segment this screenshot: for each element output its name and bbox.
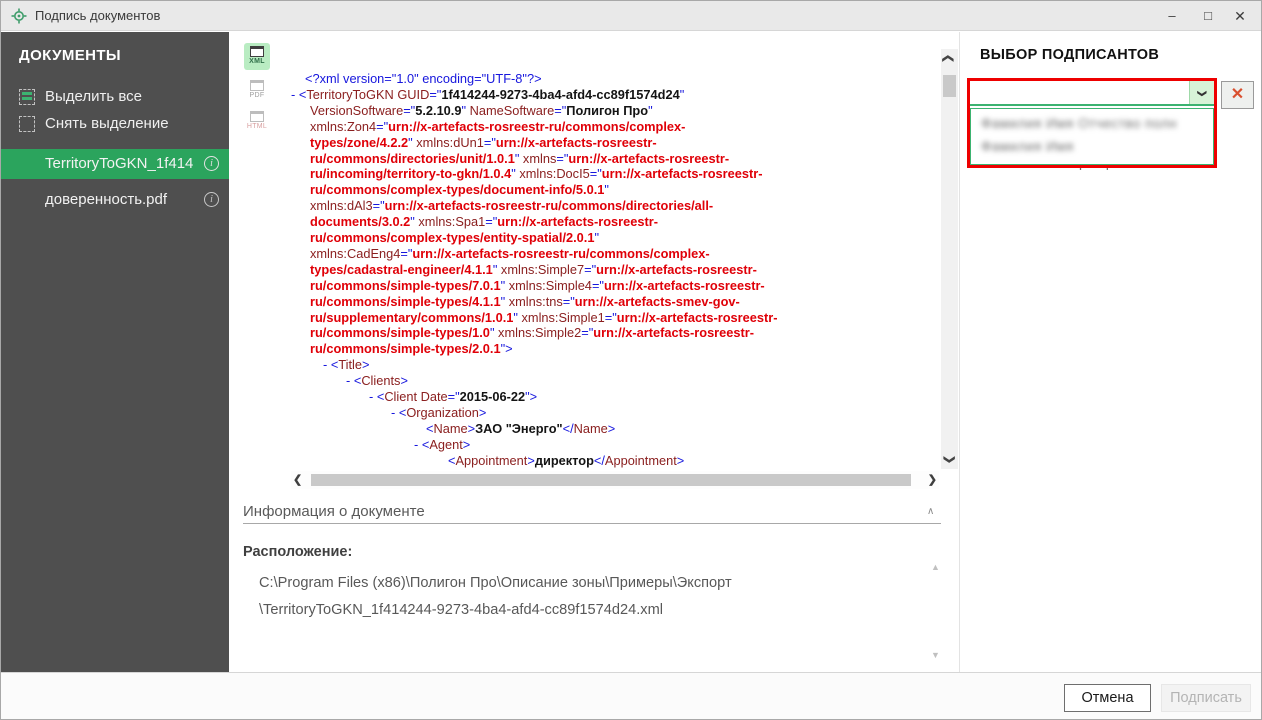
minimize-button[interactable]: – [1155, 1, 1189, 31]
xml-line: xmlns:dAl3="urn://x-artefacts-rosreestr-… [310, 198, 714, 214]
xml-line: xmlns:CadEng4="urn://x-artefacts-rosrees… [310, 245, 710, 261]
cancel-button[interactable]: Отмена [1064, 684, 1151, 712]
dropdown-item[interactable]: Фамилия Имя Отчество полн [981, 116, 1177, 133]
deselect-all-button[interactable]: Снять выделение [1, 112, 229, 138]
collapse-chevron-icon[interactable]: ∧ [927, 506, 934, 517]
signer-combobox[interactable]: ❯ [970, 81, 1214, 106]
dropdown-item[interactable]: Фамилия Имя [981, 139, 1074, 156]
signers-panel: ВЫБОР ПОДПИСАНТОВ +Установить сертификат… [960, 32, 1261, 672]
remove-signer-button[interactable]: ✕ [1221, 81, 1254, 109]
signer-dropdown-list: Фамилия Имя Отчество полн Фамилия Имя [970, 108, 1214, 165]
sign-documents-window: Подпись документов – □ ✕ ДОКУМЕНТЫ Выдел… [0, 0, 1262, 720]
scroll-right-icon[interactable]: ❯ [928, 473, 937, 486]
tab-xml-label: XML [249, 58, 265, 65]
xml-line: types/zone/4.2.2" xmlns:dUn1="urn://x-ar… [310, 134, 657, 150]
horizontal-scroll-thumb[interactable] [311, 474, 911, 486]
xml-view-icon [250, 46, 264, 57]
sign-button[interactable]: Подписать [1161, 684, 1251, 712]
xml-line: ru/commons/simple-types/1.0" xmlns:Simpl… [310, 325, 755, 341]
tab-pdf-label: PDF [249, 92, 265, 99]
xml-line: ru/commons/complex-types/entity-spatial/… [310, 230, 600, 245]
xml-line: ru/incoming/territory-to-gkn/1.0.4" xmln… [310, 166, 763, 182]
horizontal-scrollbar[interactable]: ❮ ❯ [291, 471, 939, 489]
path-line-2: \TerritoryToGKN_1f414244-9273-4ba4-afd4-… [259, 602, 663, 618]
xml-line: documents/3.0.2" xmlns:Spa1="urn://x-art… [310, 214, 659, 230]
pdf-view-icon [250, 80, 264, 91]
xml-line: <Name>ЗАО "Энерго"</Name> [426, 420, 616, 436]
xml-line: <?xml version="1.0" encoding="UTF-8"?> [305, 71, 542, 86]
xml-line: ru/commons/simple-types/2.0.1"> [310, 341, 513, 357]
xml-line: xmlns:Zon4="urn://x-artefacts-rosreestr-… [310, 118, 686, 134]
deselect-label: Снять выделение [45, 115, 169, 132]
document-name: TerritoryToGKN_1f414 [45, 155, 194, 172]
info-icon[interactable]: i [204, 192, 219, 207]
xml-line: ru/commons/directories/unit/1.0.1" xmlns… [310, 150, 730, 166]
html-view-icon [250, 111, 264, 122]
sidebar-header: ДОКУМЕНТЫ [19, 47, 121, 64]
xml-line: - <Clients> [346, 373, 408, 389]
titlebar: Подпись документов – □ ✕ [1, 1, 1261, 31]
sidebar-item-doverennost[interactable]: доверенность.pdf i [1, 185, 229, 213]
xml-line: types/cadastral-engineer/4.1.1" xmlns:Si… [310, 261, 757, 277]
tab-xml[interactable]: XML [244, 43, 270, 70]
xml-line: <Appointment>директор</Appointment> [448, 452, 685, 468]
scroll-left-icon[interactable]: ❮ [293, 473, 302, 486]
select-all-icon [19, 89, 35, 105]
vertical-scroll-thumb[interactable] [943, 75, 956, 97]
path-line-1: C:\Program Files (x86)\Полигон Про\Описа… [259, 575, 732, 591]
info-scroll-down-icon[interactable]: ▼ [931, 650, 940, 660]
footer-bar: Отмена Подписать [1, 672, 1261, 719]
xml-line: ru/supplementary/commons/1.0.1" xmlns:Si… [310, 309, 778, 325]
xml-line: ru/commons/complex-types/document-info/5… [310, 182, 609, 198]
xml-line: - <Agent> [414, 436, 471, 452]
app-logo-icon [11, 8, 27, 24]
xml-content: <?xml version="1.0" encoding="UTF-8"?> - … [291, 64, 939, 468]
info-scroll-up-icon[interactable]: ▲ [931, 562, 940, 572]
document-info-header: Информация о документе [243, 503, 425, 520]
location-label: Расположение: [243, 544, 353, 560]
window-title: Подпись документов [35, 8, 161, 23]
signer-input[interactable] [970, 81, 1189, 104]
xml-line: - <Title> [323, 357, 370, 373]
documents-sidebar: ДОКУМЕНТЫ Выделить все Снять выделение T… [1, 32, 229, 672]
maximize-button[interactable]: □ [1191, 1, 1225, 31]
document-path: C:\Program Files (x86)\Полигон Про\Описа… [259, 570, 909, 624]
tab-html[interactable]: HTML [244, 108, 270, 135]
select-all-label: Выделить все [45, 88, 143, 105]
chevron-down-icon: ❯ [1197, 89, 1208, 98]
xml-line: - <Client Date="2015-06-22"> [369, 389, 538, 404]
xml-line: ru/commons/simple-types/7.0.1" xmlns:Sim… [310, 277, 765, 293]
combobox-dropdown-button[interactable]: ❯ [1189, 81, 1214, 104]
xml-line: VersionSoftware="5.2.10.9" NameSoftware=… [310, 102, 653, 118]
select-all-button[interactable]: Выделить все [1, 85, 229, 111]
document-name: доверенность.pdf [45, 191, 168, 208]
xml-line: - <TerritoryToGKN GUID="1f414244-9273-4b… [291, 86, 685, 102]
xml-line: ru/commons/simple-types/4.1.1" xmlns:tns… [310, 293, 740, 309]
document-viewer: XML PDF HTML <?xml version="1.0" encodin… [229, 32, 959, 672]
info-icon[interactable]: i [204, 156, 219, 171]
divider [243, 523, 941, 524]
scroll-up-icon[interactable]: ❮ [942, 54, 955, 63]
sidebar-item-territorytogkn[interactable]: TerritoryToGKN_1f414 i [1, 149, 229, 179]
tab-html-label: HTML [246, 123, 268, 130]
tab-pdf[interactable]: PDF [244, 77, 270, 104]
xml-line: - <Organization> [391, 404, 487, 420]
signers-panel-title: ВЫБОР ПОДПИСАНТОВ [980, 47, 1160, 63]
vertical-scrollbar[interactable]: ❮ ❮ [941, 49, 958, 469]
deselect-icon [19, 116, 35, 132]
scroll-down-icon[interactable]: ❮ [942, 455, 955, 464]
close-button[interactable]: ✕ [1223, 1, 1257, 31]
